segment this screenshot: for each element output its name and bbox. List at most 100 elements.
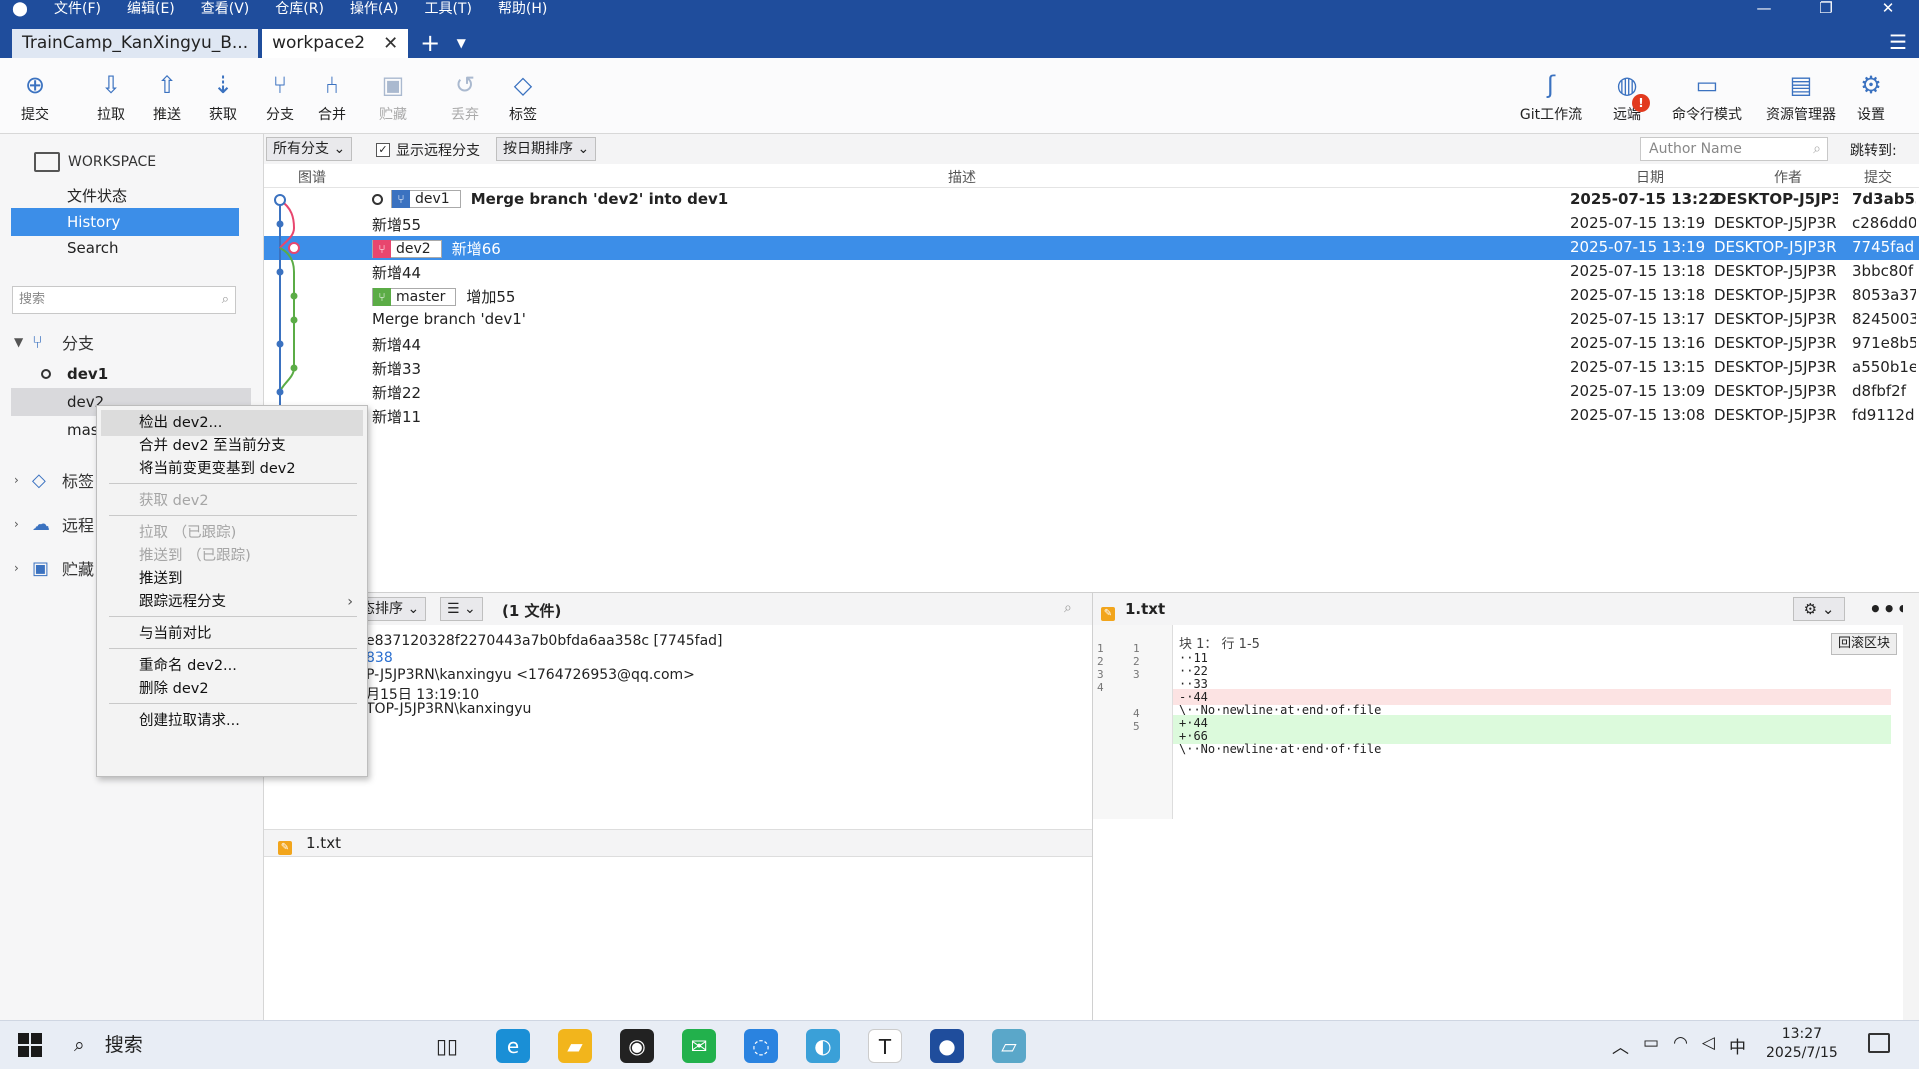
repo-tab[interactable]: workpace2 ✕	[262, 29, 409, 58]
col-commit[interactable]: 提交	[1864, 167, 1892, 187]
menu-item[interactable]: 操作(A)	[336, 0, 411, 18]
close-icon[interactable]: ✕	[1857, 0, 1919, 18]
toolbar-merge-button[interactable]: ⑃ 合并	[297, 68, 367, 124]
hamburger-menu-icon[interactable]: ☰	[1889, 30, 1907, 54]
commit-row[interactable]: 新增22 2025-07-15 13:09 DESKTOP-J5JP3R d8fbf2…	[264, 380, 1919, 404]
toolbar-commit-plus-button[interactable]: ⊕ 提交	[0, 68, 70, 124]
menu-item[interactable]: 编辑(E)	[113, 0, 187, 18]
toolbar-git-flow-button[interactable]: ʃ Git工作流	[1516, 68, 1586, 124]
context-menu-item[interactable]: 与当前对比	[101, 621, 363, 647]
graph-node[interactable]	[288, 242, 300, 254]
browser-app-icon[interactable]: ◐	[806, 1029, 840, 1063]
branch-label-badge[interactable]: ⑂ dev2	[372, 239, 442, 258]
menu-item[interactable]: 查看(V)	[187, 0, 262, 18]
toolbar-terminal-button[interactable]: ▭ 命令行模式	[1662, 68, 1752, 124]
menu-item[interactable]: 文件(F)	[40, 0, 113, 18]
wifi-icon[interactable]: ◠	[1673, 1033, 1688, 1058]
col-description[interactable]: 描述	[948, 167, 976, 187]
qq-icon[interactable]: ◉	[620, 1029, 654, 1063]
sidebar-item-search[interactable]: Search	[11, 234, 239, 262]
commit-parent-link[interactable]: 838	[366, 650, 393, 666]
notification-icon[interactable]	[1868, 1033, 1890, 1053]
tab-dropdown-icon[interactable]: ▼	[448, 29, 474, 58]
author-filter-input[interactable]: Author Name ⌕	[1640, 137, 1828, 161]
task-view-icon[interactable]: ▯▯	[430, 1029, 464, 1063]
file-explorer-icon[interactable]: ▰	[558, 1029, 592, 1063]
maximize-icon[interactable]: ❐	[1795, 0, 1857, 18]
graph-node[interactable]	[276, 268, 284, 276]
branches-section[interactable]: ▼ ⑂ 分支	[14, 330, 94, 354]
commit-row[interactable]: ⑂ master 增加55 2025-07-15 13:18 DESKTOP-J5JP3…	[264, 284, 1919, 308]
stashes-section[interactable]: › ▣ 贮藏	[14, 556, 94, 580]
chevron-up-icon[interactable]: ︿	[1612, 1033, 1629, 1058]
file-view-select[interactable]: ☰ ⌄	[440, 597, 483, 621]
graph-node[interactable]	[290, 364, 298, 372]
menu-item[interactable]: 工具(T)	[410, 0, 483, 18]
toolbar-settings-gear-button[interactable]: ⚙ 设置	[1836, 68, 1906, 124]
windows-start-icon[interactable]	[18, 1033, 42, 1057]
col-date[interactable]: 日期	[1636, 167, 1664, 187]
commit-row[interactable]: 新增55 2025-07-15 13:19 DESKTOP-J5JP3R c286dd…	[264, 212, 1919, 236]
col-author[interactable]: 作者	[1774, 167, 1802, 187]
close-tab-icon[interactable]: ✕	[383, 29, 398, 58]
graph-node[interactable]	[276, 388, 284, 396]
branch-filter-select[interactable]: 所有分支 ⌄	[266, 137, 353, 161]
commit-hash: 3bbc80f	[1852, 262, 1914, 280]
commit-row[interactable]: ⑂ dev1 Merge branch 'dev2' into dev1 2025-0…	[264, 188, 1919, 212]
commit-sha: e837120328f2270443a7b0bfda6aa358c [7745f…	[366, 633, 723, 649]
context-menu-item[interactable]: 删除 dev2	[101, 676, 363, 702]
edge-browser-icon[interactable]: e	[496, 1029, 530, 1063]
diff-file-name: 1.txt	[1125, 600, 1166, 618]
tags-section[interactable]: › ◇ 标签	[14, 468, 94, 492]
context-menu-item[interactable]: 创建拉取请求...	[101, 708, 363, 734]
toolbar-tag-button[interactable]: ◇ 标签	[488, 68, 558, 124]
commit-row[interactable]: 新增33 2025-07-15 13:15 DESKTOP-J5JP3R a550b1…	[264, 356, 1919, 380]
sidebar-item-history[interactable]: History	[11, 208, 239, 236]
commit-row[interactable]: 新增44 2025-07-15 13:18 DESKTOP-J5JP3R 3bbc80…	[264, 260, 1919, 284]
taskbar-search[interactable]: ⌕ 搜索	[62, 1025, 422, 1065]
vertical-scrollbar[interactable]	[1903, 593, 1919, 1021]
toolbar-stash-button[interactable]: ▣ 贮藏	[358, 68, 428, 124]
ime-indicator[interactable]: 中	[1729, 1033, 1746, 1058]
taskbar-clock[interactable]: 13:27 2025/7/15	[1766, 1025, 1838, 1063]
show-remote-checkbox[interactable]: ✓ 显示远程分支	[376, 140, 480, 160]
commit-row[interactable]: 新增44 2025-07-15 13:16 DESKTOP-J5JP3R 971e8b…	[264, 332, 1919, 356]
commit-row[interactable]: ⑂ dev2 新增66 2025-07-15 13:19 DESKTOP-J5JP3R 7…	[264, 236, 1919, 260]
sidebar-search-input[interactable]: 搜索 ⌕	[12, 286, 236, 314]
typora-icon[interactable]: T	[868, 1029, 902, 1063]
search-icon[interactable]: ⌕	[1064, 600, 1072, 616]
sort-select[interactable]: 按日期排序 ⌄	[496, 137, 597, 161]
graph-node[interactable]	[290, 292, 298, 300]
chat-app-icon[interactable]: ◌	[744, 1029, 778, 1063]
graph-node[interactable]	[276, 220, 284, 228]
remotes-section[interactable]: › ☁ 远程	[14, 512, 94, 536]
notes-app-icon[interactable]: ▱	[992, 1029, 1026, 1063]
context-menu-item[interactable]: 将当前变更变基到 dev2	[101, 456, 363, 482]
branch-label-badge[interactable]: ⑂ master	[372, 287, 457, 306]
graph-node[interactable]	[290, 316, 298, 324]
menu-item[interactable]: 仓库(R)	[261, 0, 336, 18]
context-menu-item[interactable]: 跟踪远程分支 ›	[101, 589, 363, 615]
branch-item-dev1[interactable]: dev1	[11, 360, 251, 388]
col-graph[interactable]: 图谱	[298, 167, 326, 187]
toolbar-explorer-button[interactable]: ▤ 资源管理器	[1756, 68, 1846, 124]
battery-icon[interactable]: ▭	[1643, 1033, 1659, 1058]
toolbar-remote-globe-button[interactable]: ◍ 远端!	[1592, 68, 1662, 124]
repo-tab[interactable]: TrainCamp_KanXingyu_B...	[12, 29, 259, 58]
sourcetree-taskbar-icon[interactable]: ●	[930, 1029, 964, 1063]
minimize-icon[interactable]: —	[1733, 0, 1795, 18]
commit-row[interactable]: Merge branch 'dev1' 2025-07-15 13:17 DESKT…	[264, 308, 1919, 332]
commit-row[interactable]: 新增11 2025-07-15 13:08 DESKTOP-J5JP3R fd9112…	[264, 404, 1919, 428]
changed-file-row[interactable]: ✎ 1.txt	[264, 829, 1092, 857]
volume-icon[interactable]: ◁	[1702, 1033, 1715, 1058]
new-tab-icon[interactable]: +	[412, 29, 448, 58]
diff-settings-button[interactable]: ⚙ ⌄	[1793, 597, 1845, 621]
sidebar-item-file-status[interactable]: 文件状态	[11, 182, 239, 210]
graph-node[interactable]	[276, 340, 284, 348]
wechat-icon[interactable]: ✉	[682, 1029, 716, 1063]
graph-node-head[interactable]	[274, 194, 286, 206]
menu-item[interactable]: 帮助(H)	[484, 0, 559, 18]
commit-hash: 8053a37	[1852, 286, 1916, 304]
commit-date: 2025-07-15 13:08	[1570, 406, 1706, 424]
branch-label-badge[interactable]: ⑂ dev1	[391, 190, 461, 208]
